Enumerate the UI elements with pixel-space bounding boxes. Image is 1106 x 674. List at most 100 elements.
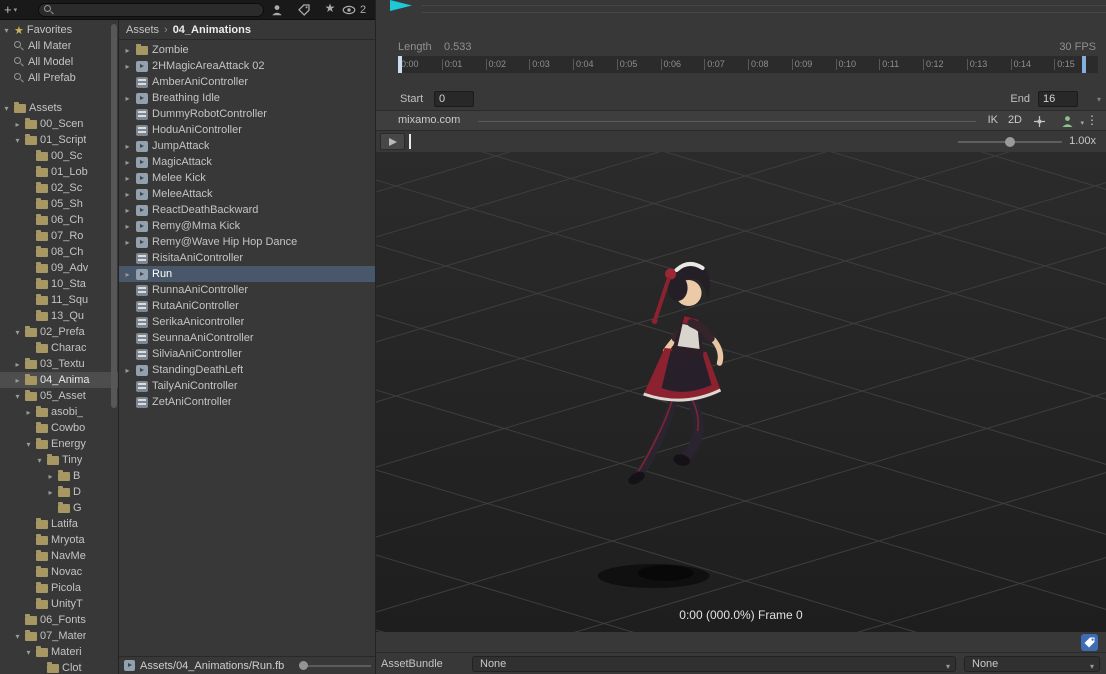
- tree-item[interactable]: Assets: [0, 100, 118, 116]
- tree-item[interactable]: G: [0, 500, 118, 516]
- tree-item[interactable]: 11_Squ: [0, 292, 118, 308]
- asset-row[interactable]: TailyAniController: [119, 378, 375, 394]
- asset-row[interactable]: RisitaAniController: [119, 250, 375, 266]
- slider-handle[interactable]: [299, 661, 308, 670]
- tree-item[interactable]: asobi_: [0, 404, 118, 420]
- expand-arrow-icon[interactable]: [13, 360, 22, 369]
- tree-item[interactable]: Energy: [0, 436, 118, 452]
- asset-row[interactable]: RunnaAniController: [119, 282, 375, 298]
- expand-arrow-icon[interactable]: [123, 270, 132, 279]
- play-button[interactable]: [380, 133, 405, 150]
- tree-item[interactable]: 06_Ch: [0, 212, 118, 228]
- asset-row[interactable]: SerikaAnicontroller: [119, 314, 375, 330]
- assetbundle-variant-dropdown[interactable]: None ▾: [964, 656, 1100, 672]
- favorite-star-icon[interactable]: ★: [323, 2, 337, 16]
- tree-item[interactable]: 02_Prefa: [0, 324, 118, 340]
- tree-item[interactable]: 07_Mater: [0, 628, 118, 644]
- tree-item[interactable]: 01_Lob: [0, 164, 118, 180]
- expand-arrow-icon[interactable]: [123, 62, 132, 71]
- tree-item[interactable]: 00_Sc: [0, 148, 118, 164]
- assetbundle-dropdown[interactable]: None ▾: [472, 656, 956, 672]
- asset-row[interactable]: Breathing Idle: [119, 90, 375, 106]
- asset-row[interactable]: SeunnaAniController: [119, 330, 375, 346]
- expand-arrow-icon[interactable]: [24, 648, 33, 657]
- expand-arrow-icon[interactable]: [123, 142, 132, 151]
- expand-arrow-icon[interactable]: [46, 488, 55, 497]
- expand-arrow-icon[interactable]: [123, 238, 132, 247]
- breadcrumb-root[interactable]: Assets: [126, 24, 159, 36]
- search-input[interactable]: [38, 3, 264, 17]
- tree-item[interactable]: Charac: [0, 340, 118, 356]
- expand-arrow-icon[interactable]: [13, 376, 22, 385]
- favorite-search-item[interactable]: All Prefab: [0, 70, 118, 86]
- breadcrumb-current[interactable]: 04_Animations: [173, 24, 251, 36]
- asset-row[interactable]: SilviaAniController: [119, 346, 375, 362]
- asset-row[interactable]: Melee Kick: [119, 170, 375, 186]
- asset-labels-icon[interactable]: [1081, 634, 1098, 651]
- 2d-toggle-button[interactable]: 2D: [1008, 114, 1022, 126]
- user-icon[interactable]: [270, 3, 284, 17]
- end-input[interactable]: 16: [1038, 91, 1078, 107]
- tree-item[interactable]: 13_Qu: [0, 308, 118, 324]
- pivot-icon[interactable]: [1033, 115, 1046, 131]
- expand-arrow-icon[interactable]: [123, 174, 132, 183]
- preview-viewport[interactable]: 0:00 (000.0%) Frame 0: [376, 152, 1106, 632]
- tree-item[interactable]: B: [0, 468, 118, 484]
- expand-arrow-icon[interactable]: [24, 408, 33, 417]
- expand-arrow-icon[interactable]: [13, 632, 22, 641]
- create-asset-button[interactable]: + ▾: [4, 2, 17, 18]
- tree-item[interactable]: 02_Sc: [0, 180, 118, 196]
- expand-arrow-icon[interactable]: [123, 94, 132, 103]
- scrub-strip[interactable]: [406, 131, 954, 152]
- clip-start-marker[interactable]: [398, 56, 402, 73]
- tree-item[interactable]: 04_Anima: [0, 372, 118, 388]
- asset-row[interactable]: ZetAniController: [119, 394, 375, 410]
- asset-row[interactable]: HoduAniController: [119, 122, 375, 138]
- tree-item[interactable]: 05_Asset: [0, 388, 118, 404]
- tree-item[interactable]: 10_Sta: [0, 276, 118, 292]
- asset-row[interactable]: ReactDeathBackward: [119, 202, 375, 218]
- asset-row[interactable]: RutaAniController: [119, 298, 375, 314]
- expand-arrow-icon[interactable]: [123, 366, 132, 375]
- favorite-search-item[interactable]: All Mater: [0, 38, 118, 54]
- tree-item[interactable]: D: [0, 484, 118, 500]
- tree-item[interactable]: 09_Adv: [0, 260, 118, 276]
- tree-item[interactable]: 07_Ro: [0, 228, 118, 244]
- start-input[interactable]: 0: [434, 91, 474, 107]
- expand-arrow-icon[interactable]: [13, 136, 22, 145]
- asset-row[interactable]: DummyRobotController: [119, 106, 375, 122]
- asset-row[interactable]: MeleeAttack: [119, 186, 375, 202]
- tree-item[interactable]: 00_Scen: [0, 116, 118, 132]
- asset-row[interactable]: Zombie: [119, 42, 375, 58]
- avatar-icon[interactable]: ▾: [1061, 115, 1084, 131]
- tree-item[interactable]: Materi: [0, 644, 118, 660]
- asset-row[interactable]: Run: [119, 266, 375, 282]
- tree-item[interactable]: 03_Textu: [0, 356, 118, 372]
- speed-slider[interactable]: [958, 136, 1062, 147]
- expand-arrow-icon[interactable]: [13, 328, 22, 337]
- tree-item[interactable]: Tiny: [0, 452, 118, 468]
- expand-arrow-icon[interactable]: [123, 206, 132, 215]
- tree-item[interactable]: Latifa: [0, 516, 118, 532]
- favorite-search-item[interactable]: All Model: [0, 54, 118, 70]
- tree-item[interactable]: UnityT: [0, 596, 118, 612]
- expand-arrow-icon[interactable]: [123, 46, 132, 55]
- asset-row[interactable]: MagicAttack: [119, 154, 375, 170]
- tree-item[interactable]: 06_Fonts: [0, 612, 118, 628]
- tree-item[interactable]: Mryota: [0, 532, 118, 548]
- expand-arrow-icon[interactable]: [13, 120, 22, 129]
- expand-arrow-icon[interactable]: [35, 456, 44, 465]
- slider-handle[interactable]: [1005, 136, 1015, 147]
- expand-arrow-icon[interactable]: [123, 158, 132, 167]
- expand-arrow-icon[interactable]: [24, 440, 33, 449]
- clip-end-marker[interactable]: [1082, 56, 1086, 73]
- favorites-header[interactable]: ▾ ★ Favorites: [0, 22, 118, 38]
- asset-row[interactable]: JumpAttack: [119, 138, 375, 154]
- ik-toggle-button[interactable]: IK: [988, 114, 998, 126]
- expand-arrow-icon[interactable]: [46, 472, 55, 481]
- kebab-menu-icon[interactable]: ⋮: [1086, 113, 1098, 127]
- expand-arrow-icon[interactable]: [13, 392, 22, 401]
- label-tag-icon[interactable]: [297, 3, 311, 17]
- playhead-marker[interactable]: [409, 134, 411, 149]
- timeline-ruler[interactable]: 0:00 0:01 0:02 0:03 0:04 0:05 0:06 0:07: [398, 56, 1098, 73]
